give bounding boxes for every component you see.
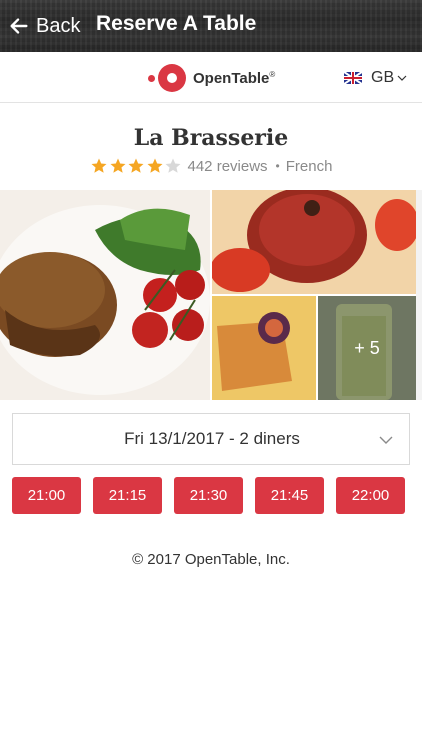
reviews-count[interactable]: 442 reviews [188,158,268,175]
time-slot-button[interactable]: 21:30 [174,477,243,514]
star-filled-icon [110,158,125,173]
rating-row: 442 reviews • French [90,155,332,177]
cuisine: French [285,157,333,175]
time-slot-button[interactable]: 22:00 [336,477,405,514]
arrow-left-icon [10,18,28,34]
photo-gallery: + 5 [0,190,422,402]
star-filled-icon [128,158,144,173]
back-button[interactable]: Back [8,10,80,42]
brand-name: OpenTable [193,69,270,87]
logo-dot [148,74,155,82]
chevron-down-icon [397,75,407,81]
star-filled-icon [147,158,162,173]
gallery-edge [416,190,422,400]
brand-reg: ® [269,69,276,79]
date-party-value: Fri 13/1/2017 - 2 diners [124,429,300,448]
photo-tartare[interactable] [212,190,416,294]
logo-ring-icon [158,64,186,92]
app-header: Back Reserve A Table [0,0,422,52]
photo-steak[interactable] [0,190,210,400]
brand-bar: OpenTable® GB [0,52,422,103]
time-slot-button[interactable]: 21:15 [93,477,162,514]
star-rating [90,157,183,175]
separator-dot: • [275,159,280,173]
star-filled-icon [91,158,107,173]
time-slot-button[interactable]: 21:00 [12,477,81,514]
photo-fig[interactable] [212,296,316,400]
photo-drink[interactable]: + 5 [318,296,416,400]
time-slots: 21:00 21:15 21:30 21:45 22:00 [12,477,410,515]
back-label: Back [36,14,81,37]
more-photos-label[interactable]: + 5 [318,296,416,400]
time-slot-button[interactable]: 21:45 [255,477,324,514]
copyright: © 2017 OpenTable, Inc. [132,551,290,568]
locale-selector[interactable]: GB [344,69,407,87]
chevron-down-icon [379,436,393,444]
restaurant-name: La Brasserie [133,125,289,151]
page-title: Reserve A Table [96,12,257,35]
star-empty-icon [165,158,181,173]
locale-code: GB [371,69,395,86]
uk-flag-icon [344,72,362,84]
opentable-logo: OpenTable® [148,64,275,92]
date-party-selector[interactable]: Fri 13/1/2017 - 2 diners [12,413,410,465]
